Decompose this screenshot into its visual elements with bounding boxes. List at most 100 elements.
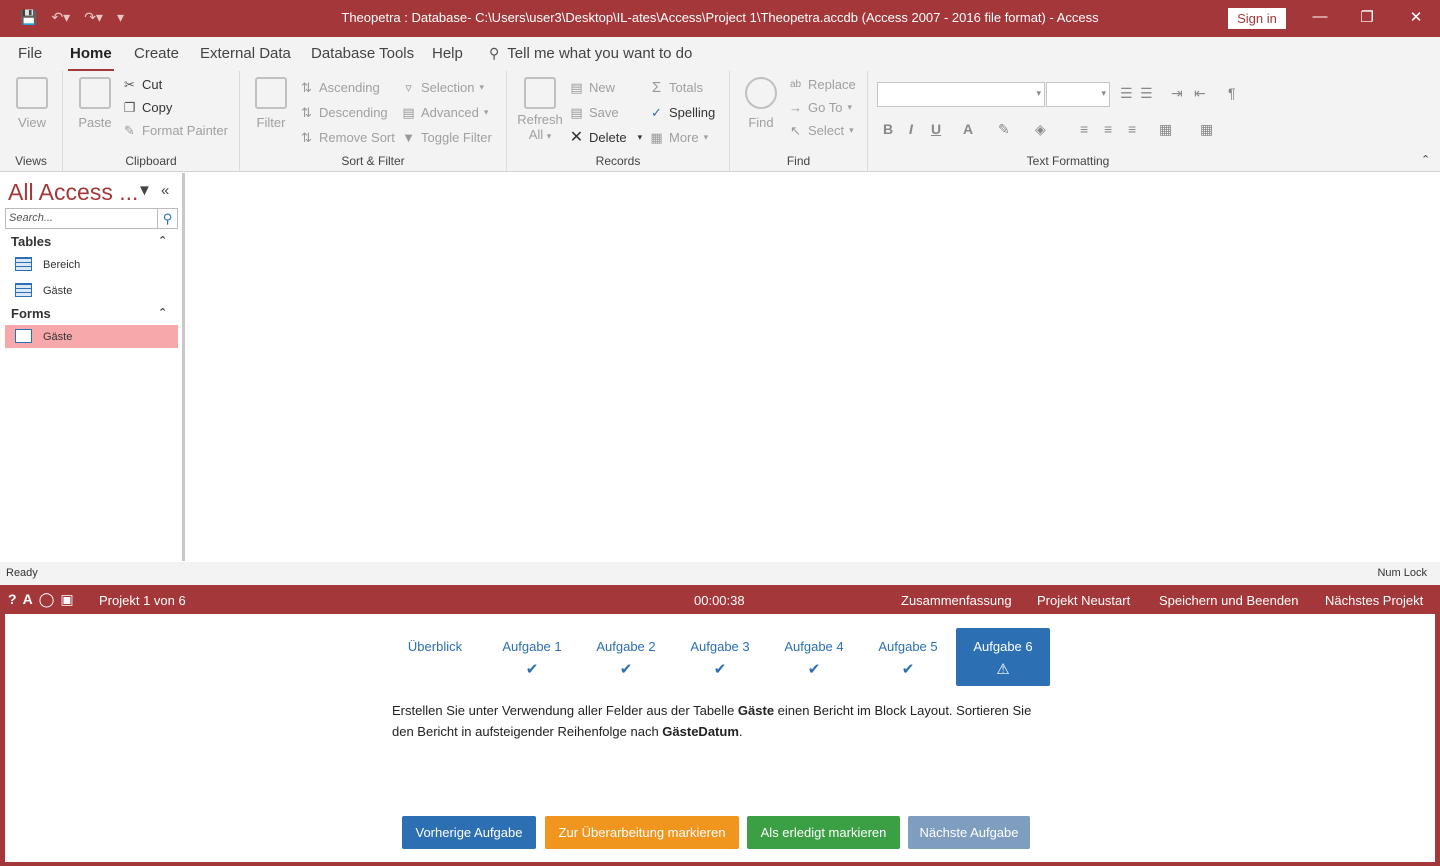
window-title: Theopetra : Database- C:\Users\user3\Des…	[341, 10, 1099, 25]
italic-icon[interactable]: I	[909, 121, 913, 137]
increase-indent-icon[interactable]: ⇥	[1171, 85, 1183, 102]
copy-button[interactable]: ❐ Copy	[122, 100, 173, 115]
step-task-3[interactable]: Aufgabe 3 ✔	[673, 628, 767, 686]
tab-home[interactable]: Home	[68, 45, 114, 72]
font-size-combo[interactable]: ▾	[1046, 82, 1110, 107]
step-task-1[interactable]: Aufgabe 1 ✔	[485, 628, 579, 686]
bullets-icon[interactable]: ☰	[1120, 85, 1133, 102]
toggle-filter-button[interactable]: ▼ Toggle Filter	[401, 130, 492, 145]
selection-button[interactable]: ▿ Selection ▾	[401, 80, 484, 95]
font-name-combo[interactable]: ▾	[877, 82, 1045, 107]
font-color-icon[interactable]: A	[963, 121, 973, 137]
shutter-bar-close-icon[interactable]: «	[161, 182, 169, 199]
next-task-button[interactable]: Nächste Aufgabe	[908, 816, 1030, 849]
mark-for-review-button[interactable]: Zur Überarbeitung markieren	[545, 816, 739, 849]
more-button[interactable]: ▦ More ▾	[649, 130, 708, 145]
remove-sort-icon: ⇅	[301, 130, 312, 145]
spelling-button[interactable]: ✓ Spelling	[649, 105, 715, 120]
alternate-row-color-icon[interactable]: ▦	[1159, 121, 1172, 138]
summary-link[interactable]: Zusammenfassung	[901, 593, 1012, 608]
select-button[interactable]: ↖ Select ▾	[788, 123, 854, 138]
remove-sort-button[interactable]: ⇅ Remove Sort	[299, 130, 395, 145]
sign-in-button[interactable]: Sign in	[1228, 8, 1286, 29]
magnifier-icon	[745, 77, 777, 109]
replace-button[interactable]: ab Replace	[788, 77, 856, 92]
filter-button[interactable]: Filter	[254, 77, 288, 130]
gridlines-icon[interactable]: ▦	[1200, 121, 1213, 138]
previous-task-button[interactable]: Vorherige Aufgabe	[402, 816, 536, 849]
nav-item-table-gaeste[interactable]: Gäste	[5, 279, 178, 302]
delete-button[interactable]: ✕ Delete ▾	[569, 130, 642, 146]
new-record-button[interactable]: ▤ New	[569, 80, 615, 95]
format-painter-button[interactable]: ✎ Format Painter	[122, 123, 228, 138]
spelling-check-icon: ✓	[651, 105, 662, 120]
descending-button[interactable]: ⇅ Descending	[299, 105, 388, 120]
step-task-5[interactable]: Aufgabe 5 ✔	[861, 628, 955, 686]
advanced-filter-icon: ▤	[402, 105, 415, 120]
save-record-icon: ▤	[570, 105, 583, 120]
restore-icon[interactable]: ❐	[1357, 8, 1377, 26]
go-to-button[interactable]: → Go To ▾	[788, 100, 852, 115]
decrease-indent-icon[interactable]: ⇤	[1194, 85, 1206, 102]
restart-project-link[interactable]: Projekt Neustart	[1037, 593, 1130, 608]
refresh-icon	[524, 77, 556, 109]
align-center-icon[interactable]: ≡	[1104, 121, 1112, 137]
align-left-icon[interactable]: ≡	[1080, 121, 1088, 137]
tab-create[interactable]: Create	[134, 45, 179, 62]
advanced-button[interactable]: ▤ Advanced ▾	[401, 105, 488, 120]
font-size-icon[interactable]: A	[23, 591, 33, 608]
close-icon[interactable]: ✕	[1406, 8, 1426, 26]
nav-search-input[interactable]: Search...	[5, 208, 158, 229]
tab-external-data[interactable]: External Data	[200, 45, 291, 62]
find-group: Find ab Replace → Go To ▾ ↖ Select ▾ Find	[730, 71, 868, 171]
align-right-icon[interactable]: ≡	[1128, 121, 1136, 137]
tab-help[interactable]: Help	[432, 45, 463, 62]
funnel-icon	[255, 77, 287, 109]
nav-item-table-bereich[interactable]: Bereich	[5, 253, 178, 276]
mark-as-done-button[interactable]: Als erledigt markieren	[747, 816, 900, 849]
paste-button[interactable]: Paste	[77, 77, 113, 130]
find-button[interactable]: Find	[742, 77, 780, 130]
step-task-4[interactable]: Aufgabe 4 ✔	[767, 628, 861, 686]
status-text: Ready	[6, 567, 38, 579]
more-grid-icon: ▦	[650, 130, 663, 145]
nav-menu-icon[interactable]: ▼	[137, 182, 152, 199]
step-task-6[interactable]: Aufgabe 6 ⚠	[956, 628, 1050, 686]
tab-database-tools[interactable]: Database Tools	[311, 45, 414, 62]
view-button[interactable]: View	[12, 77, 52, 130]
search-icon[interactable]: ⚲	[158, 208, 178, 229]
minimize-icon[interactable]: —	[1310, 8, 1330, 25]
refresh-all-button[interactable]: Refresh All ▾	[517, 77, 563, 142]
save-record-button[interactable]: ▤ Save	[569, 105, 618, 120]
underline-icon[interactable]: U	[931, 121, 941, 137]
numbering-icon[interactable]: ☰	[1140, 85, 1153, 102]
nav-category-tables[interactable]: Tables ⌃	[11, 234, 167, 249]
cut-button[interactable]: ✂ Cut	[122, 77, 162, 92]
num-lock-indicator: Num Lock	[1377, 567, 1427, 579]
step-overview[interactable]: Überblick	[388, 628, 482, 686]
tell-me-box[interactable]: ⚲ Tell me what you want to do	[489, 45, 692, 62]
ribbon: View Views Paste ✂ Cut ❐ Copy ✎ Format Pain…	[0, 71, 1440, 172]
nav-category-forms[interactable]: Forms ⌃	[11, 306, 167, 321]
ascending-button[interactable]: ⇅ Ascending	[299, 80, 380, 95]
help-icon[interactable]: ?	[8, 591, 17, 608]
totals-button[interactable]: Σ Totals	[649, 80, 703, 95]
comment-icon[interactable]: ◯	[39, 591, 55, 608]
background-color-icon[interactable]: ◈	[1035, 121, 1046, 138]
sort-descending-icon: ⇅	[301, 105, 312, 120]
paragraph-direction-icon[interactable]: ¶	[1228, 85, 1236, 101]
step-task-2[interactable]: Aufgabe 2 ✔	[579, 628, 673, 686]
arrow-right-icon: →	[789, 100, 802, 115]
highlight-icon[interactable]: ✎	[998, 121, 1010, 138]
nav-pane-title[interactable]: All Access ...	[8, 179, 138, 206]
chevron-down-icon: ▾	[1101, 88, 1106, 98]
bold-icon[interactable]: B	[883, 121, 893, 137]
nav-item-form-gaeste[interactable]: Gäste	[5, 325, 178, 348]
next-project-link[interactable]: Nächstes Projekt	[1325, 593, 1423, 608]
window-icon[interactable]: ▣	[60, 591, 73, 608]
replace-icon: ab	[789, 79, 802, 90]
tab-file[interactable]: File	[18, 45, 42, 62]
save-and-exit-link[interactable]: Speichern und Beenden	[1159, 593, 1299, 608]
records-group: Refresh All ▾ ▤ New ▤ Save ✕ Delete ▾ Σ Total…	[507, 71, 730, 171]
collapse-ribbon-icon[interactable]: ⌃	[1421, 153, 1430, 166]
